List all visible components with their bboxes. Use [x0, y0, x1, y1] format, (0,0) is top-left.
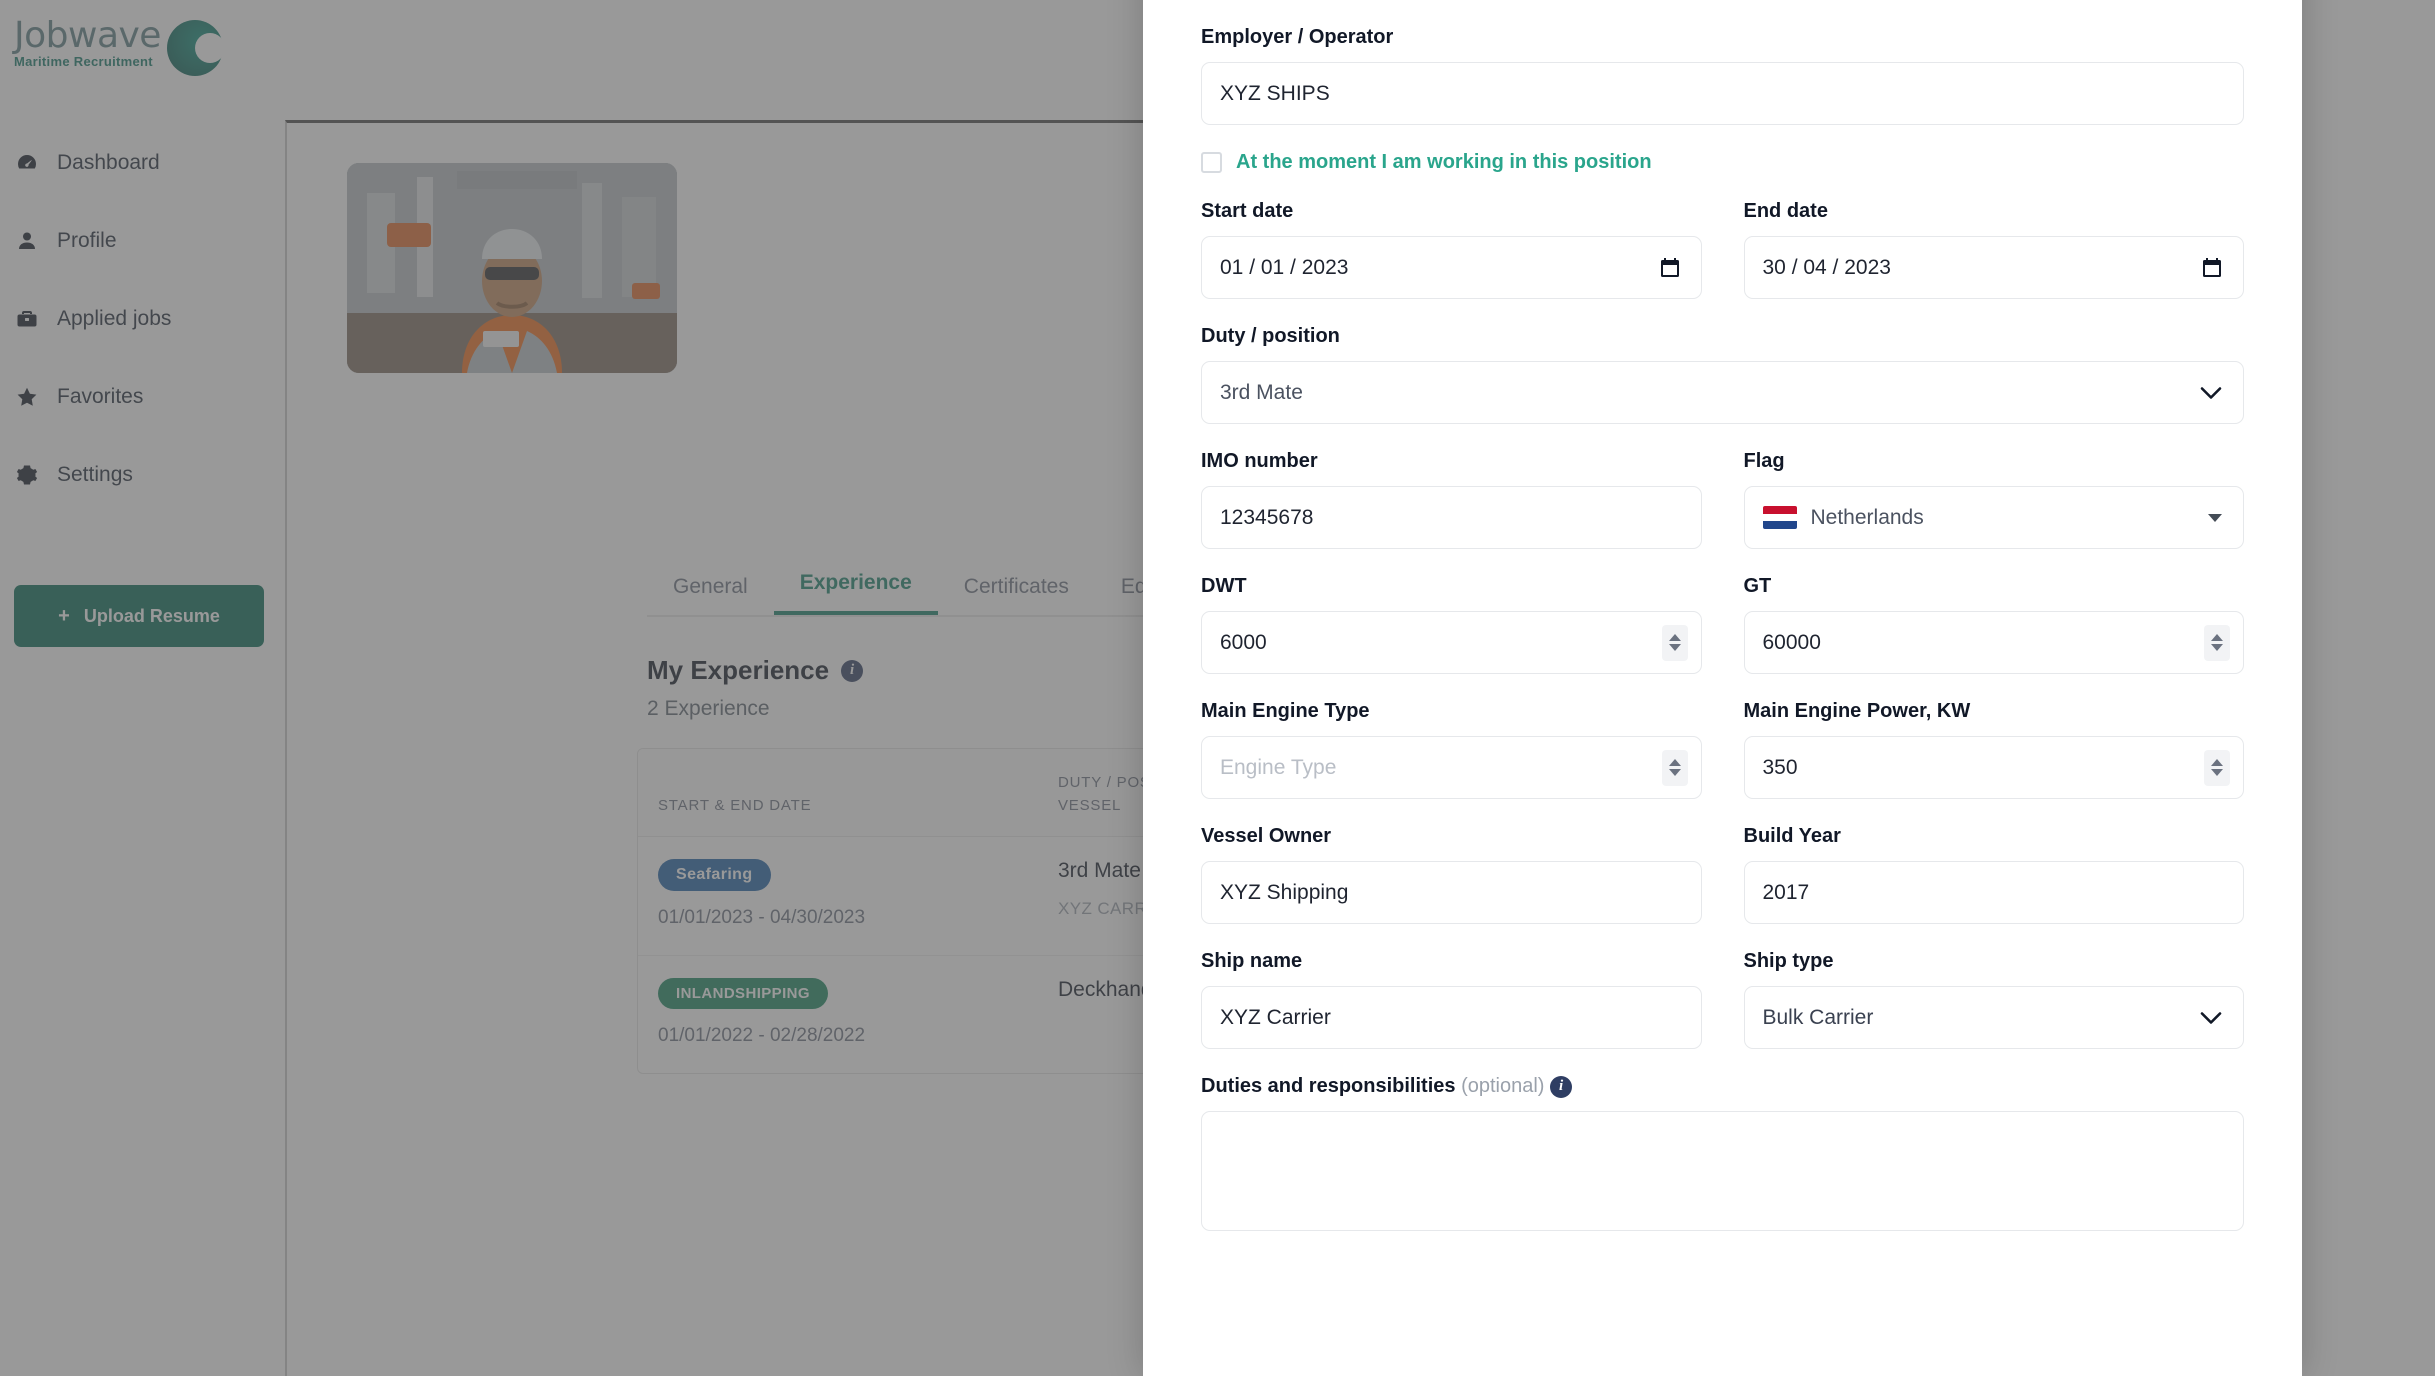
end-date-label: End date	[1743, 200, 1828, 222]
end-date-wrap: 30 / 04 / 2023	[1743, 236, 2244, 299]
vessel-owner-label: Vessel Owner	[1201, 825, 1332, 847]
start-date-wrap: 01 / 01 / 2023	[1201, 236, 1702, 299]
imo-group: IMO number 12345678	[1201, 450, 1702, 549]
build-year-group: Build Year 2017	[1743, 825, 2244, 924]
engine-type-label: Main Engine Type	[1201, 700, 1370, 722]
netherlands-flag-icon	[1762, 506, 1797, 529]
currently-working-label: At the moment I am working in this posit…	[1236, 151, 1652, 173]
dwt-wrap: 6000	[1201, 611, 1702, 674]
ship-name-input[interactable]: XYZ Carrier	[1201, 986, 1702, 1049]
dwt-stepper[interactable]	[1661, 624, 1688, 661]
currently-working-row[interactable]: At the moment I am working in this posit…	[1201, 151, 2244, 174]
chevron-down-icon[interactable]	[2200, 386, 2222, 399]
duties-label-text: Duties and responsibilities	[1201, 1075, 1456, 1097]
start-date-input[interactable]: 01 / 01 / 2023	[1201, 236, 1702, 299]
ship-name-label: Ship name	[1201, 950, 1303, 972]
gt-group: GT 60000	[1743, 575, 2244, 674]
calendar-icon[interactable]	[1658, 256, 1682, 280]
engine-power-input[interactable]: 350	[1743, 736, 2244, 799]
engine-power-label: Main Engine Power, KW	[1743, 700, 1971, 722]
start-date-label: Start date	[1201, 200, 1294, 222]
duties-textarea[interactable]	[1201, 1111, 2244, 1231]
vessel-owner-group: Vessel Owner XYZ Shipping	[1201, 825, 1702, 924]
engine-power-stepper[interactable]	[2204, 749, 2230, 786]
calendar-icon[interactable]	[2200, 256, 2224, 280]
duty-position-group: Duty / position 3rd Mate	[1201, 325, 2244, 424]
duties-group: Duties and responsibilities (optional) i	[1201, 1075, 2244, 1231]
caret-down-icon[interactable]	[2208, 513, 2222, 522]
info-icon[interactable]: i	[1550, 1075, 1573, 1098]
ship-row: Ship name XYZ Carrier Ship type Bulk Car…	[1201, 950, 2244, 1049]
ship-type-group: Ship type Bulk Carrier	[1743, 950, 2244, 1049]
ship-type-label: Ship type	[1743, 950, 1834, 972]
vessel-owner-input[interactable]: XYZ Shipping	[1201, 861, 1702, 924]
engine-type-input[interactable]: Engine Type	[1201, 736, 1702, 799]
flag-select[interactable]: Netherlands	[1743, 486, 2244, 549]
imo-input[interactable]: 12345678	[1201, 486, 1702, 549]
build-year-input[interactable]: 2017	[1743, 861, 2244, 924]
imo-flag-row: IMO number 12345678 Flag Netherlands	[1201, 450, 2244, 549]
engine-type-wrap: Engine Type	[1201, 736, 1702, 799]
dates-row: Start date 01 / 01 / 2023 End date 30 / …	[1201, 200, 2244, 299]
duties-optional-text: (optional)	[1461, 1075, 1545, 1097]
dwt-label: DWT	[1201, 575, 1247, 597]
dwt-input[interactable]: 6000	[1201, 611, 1702, 674]
flag-wrap: Netherlands	[1743, 486, 2244, 549]
flag-group: Flag Netherlands	[1743, 450, 2244, 549]
engine-power-wrap: 350	[1743, 736, 2244, 799]
imo-label: IMO number	[1201, 450, 1318, 472]
engine-power-group: Main Engine Power, KW 350	[1743, 700, 2244, 799]
duty-position-label: Duty / position	[1201, 325, 1340, 347]
duty-position-select[interactable]: 3rd Mate	[1201, 361, 2244, 424]
employer-field-group: Employer / Operator XYZ SHIPS	[1201, 26, 2244, 125]
gt-wrap: 60000	[1743, 611, 2244, 674]
duty-position-wrap: 3rd Mate	[1201, 361, 2244, 424]
experience-edit-modal: Employer / Operator XYZ SHIPS At the mom…	[1143, 0, 2302, 1376]
flag-value: Netherlands	[1810, 505, 1924, 529]
ship-type-select[interactable]: Bulk Carrier	[1743, 986, 2244, 1049]
build-year-label: Build Year	[1743, 825, 1841, 847]
engine-type-stepper[interactable]	[1661, 749, 1688, 786]
employer-input[interactable]: XYZ SHIPS	[1201, 62, 2244, 125]
currently-working-checkbox[interactable]	[1201, 152, 1222, 173]
chevron-down-icon[interactable]	[2200, 1011, 2222, 1024]
start-date-group: Start date 01 / 01 / 2023	[1201, 200, 1702, 299]
dwt-gt-row: DWT 6000 GT 60000	[1201, 575, 2244, 674]
duties-label: Duties and responsibilities (optional) i	[1201, 1075, 2244, 1098]
engine-type-group: Main Engine Type Engine Type	[1201, 700, 1702, 799]
engine-row: Main Engine Type Engine Type Main Engine…	[1201, 700, 2244, 799]
end-date-input[interactable]: 30 / 04 / 2023	[1743, 236, 2244, 299]
ship-name-group: Ship name XYZ Carrier	[1201, 950, 1702, 1049]
owner-year-row: Vessel Owner XYZ Shipping Build Year 201…	[1201, 825, 2244, 924]
gt-label: GT	[1743, 575, 1772, 597]
end-date-group: End date 30 / 04 / 2023	[1743, 200, 2244, 299]
gt-stepper[interactable]	[2204, 624, 2230, 661]
employer-label: Employer / Operator	[1201, 26, 1394, 48]
flag-label: Flag	[1743, 450, 1785, 472]
gt-input[interactable]: 60000	[1743, 611, 2244, 674]
ship-type-wrap: Bulk Carrier	[1743, 986, 2244, 1049]
dwt-group: DWT 6000	[1201, 575, 1702, 674]
